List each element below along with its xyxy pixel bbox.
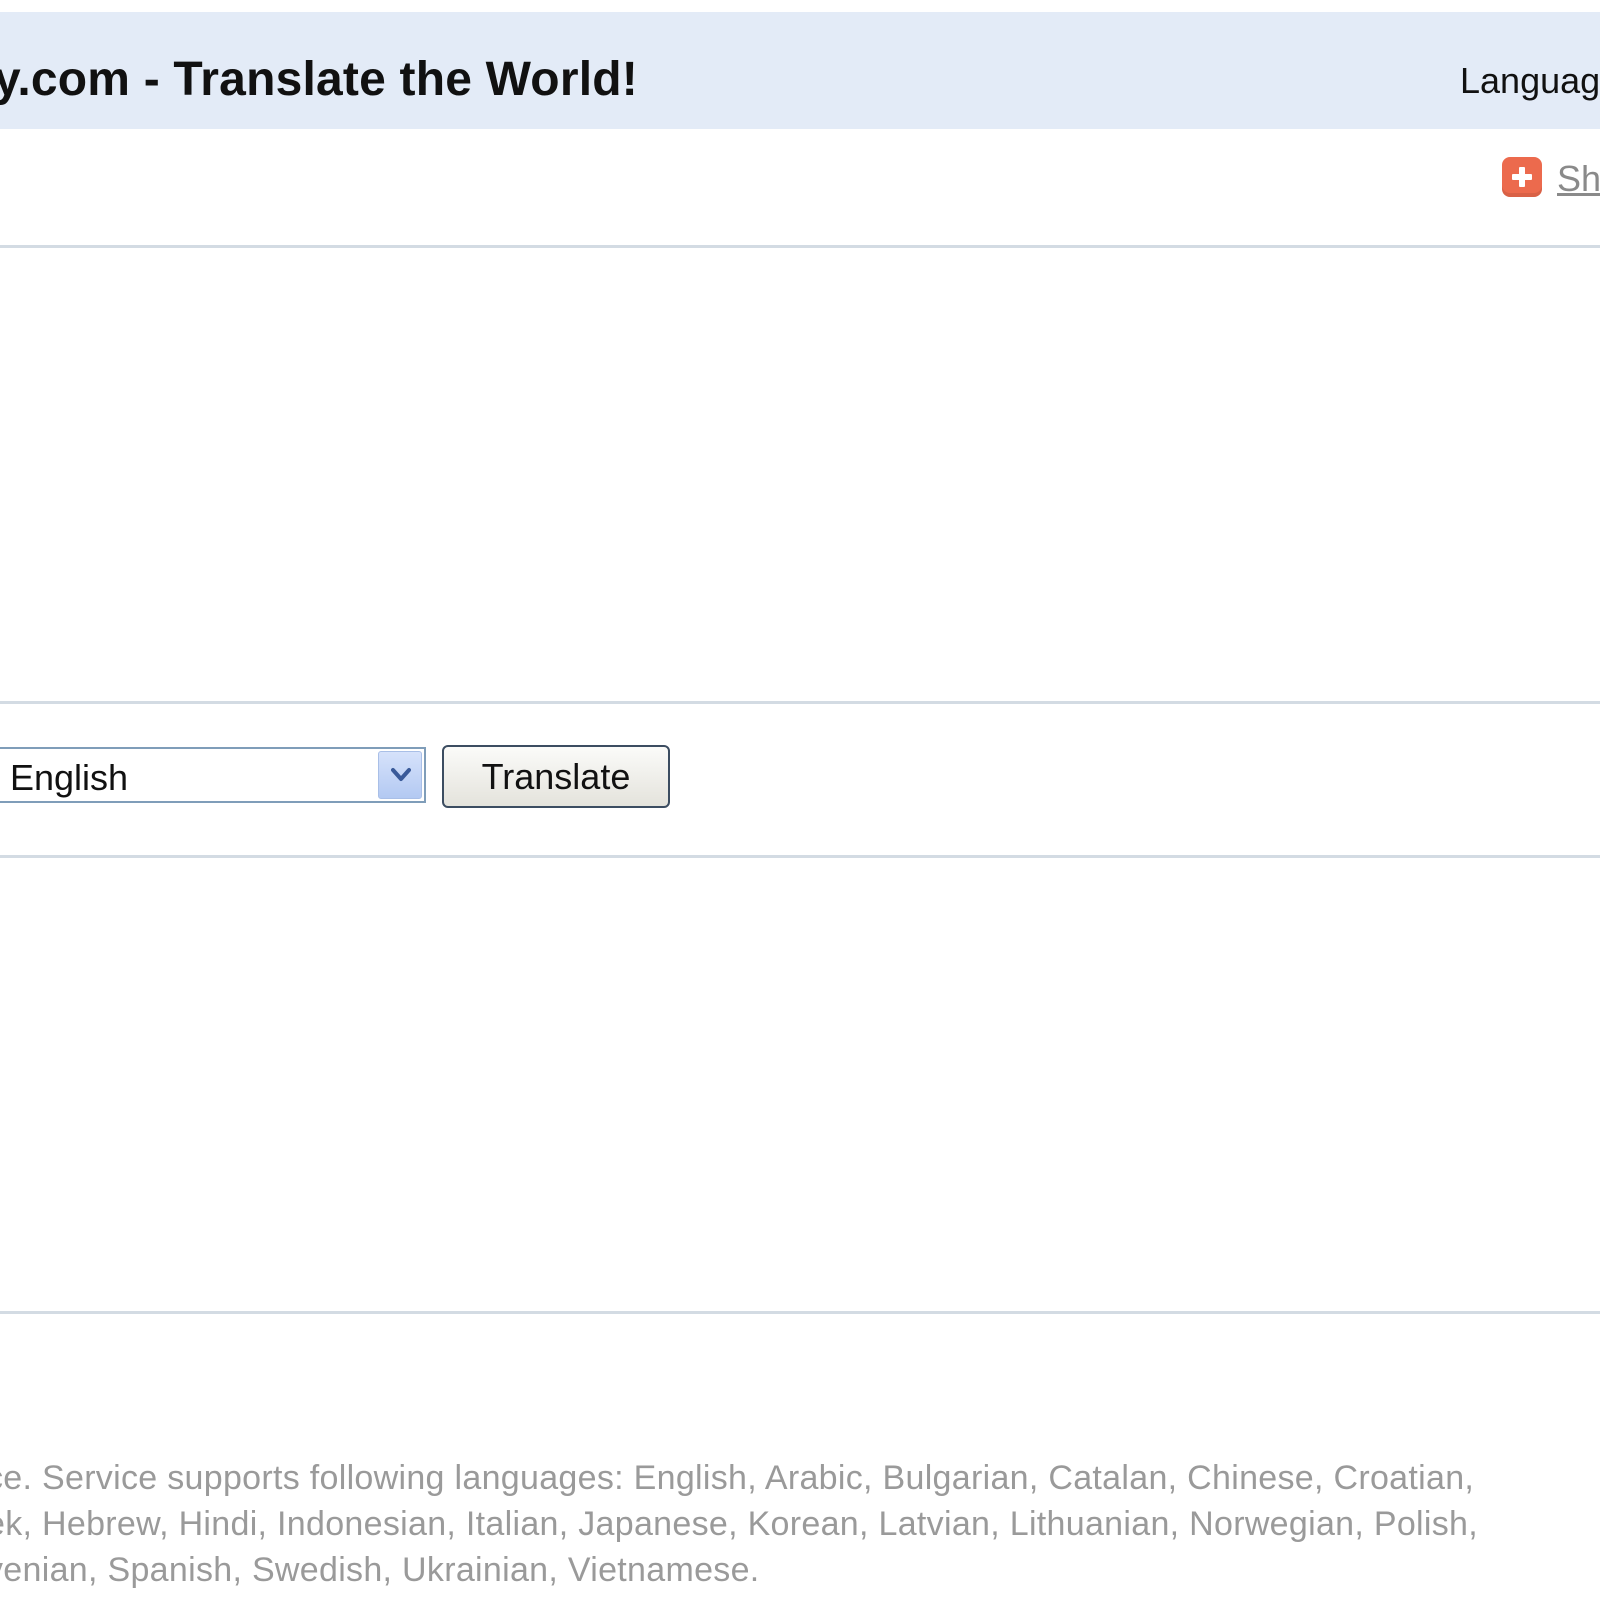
translate-button[interactable]: Translate [442,745,670,808]
target-language-value: English [10,757,129,798]
translation-result [0,878,1600,1338]
dropdown-button[interactable] [378,751,422,799]
divider-top [0,245,1600,248]
target-language-select[interactable]: English [0,747,426,803]
supported-languages-text: ce. Service supports following languages… [0,1455,1600,1593]
site-header: y.com - Translate the World! Languag [0,12,1600,129]
plus-icon[interactable] [1502,157,1542,197]
footer-line: ce. Service supports following languages… [0,1459,1475,1497]
divider-source-bottom [0,701,1600,704]
footer-line: ek, Hebrew, Hindi, Indonesian, Italian, … [0,1505,1479,1543]
divider-result-bottom [0,1311,1600,1314]
divider-controls-bottom [0,855,1600,858]
chevron-down-icon [391,768,411,781]
footer-line: venian, Spanish, Swedish, Ukrainian, Vie… [0,1551,760,1589]
share-link[interactable]: Sh [1557,158,1600,200]
language-menu-label[interactable]: Languag [1460,60,1600,102]
source-text-input[interactable] [0,254,1600,715]
site-title: y.com - Translate the World! [0,53,638,106]
top-strip [0,0,1600,12]
translator-page: y.com - Translate the World! Languag Sh … [0,0,1600,1600]
